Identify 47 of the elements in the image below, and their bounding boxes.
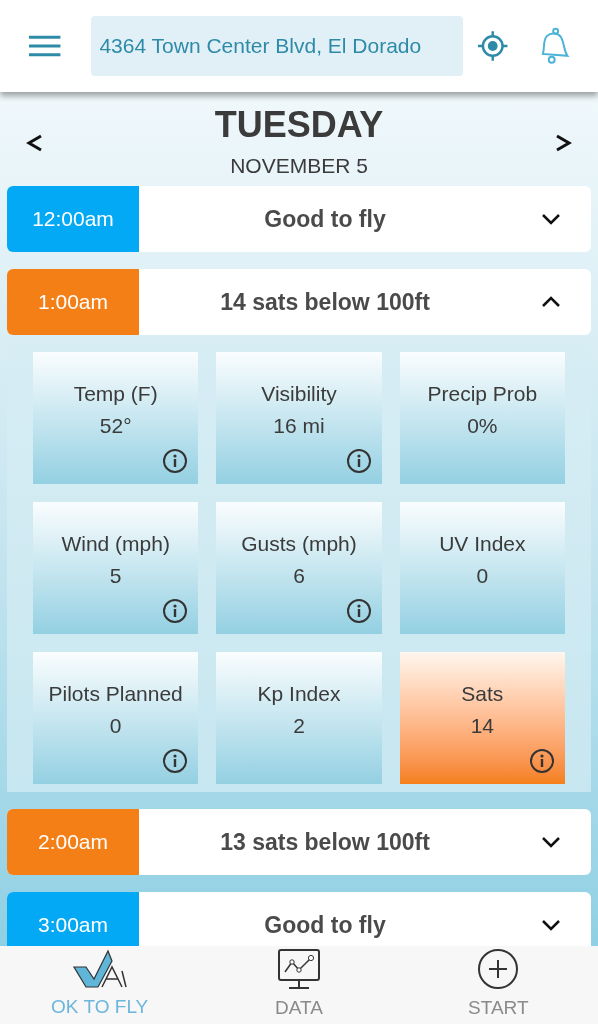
metric-value: 0% <box>467 413 498 439</box>
metric-label: Gusts (mph) <box>241 531 357 557</box>
info-icon[interactable] <box>345 448 372 474</box>
hour-status: 14 sats below 100ft <box>219 287 431 317</box>
metric-value: 0 <box>109 713 122 739</box>
metric-label: Pilots Planned <box>48 681 183 707</box>
date-label: NOVEMBER 5 <box>230 153 368 180</box>
hour-row[interactable]: 1:00am 14 sats below 100ft <box>7 269 591 335</box>
menu-icon[interactable] <box>28 34 62 58</box>
metric-label: Wind (mph) <box>61 531 170 557</box>
hour-status: 13 sats below 100ft <box>219 827 431 857</box>
metric-value: 16 mi <box>273 413 325 439</box>
info-icon[interactable] <box>529 748 555 774</box>
info-icon[interactable] <box>345 598 372 624</box>
metric-label: UV Index <box>439 531 526 557</box>
chart-monitor-icon[interactable] <box>277 947 321 990</box>
metric-value: 0 <box>476 563 489 589</box>
metric-value: 52° <box>99 413 132 439</box>
chevron-down-icon[interactable] <box>541 213 561 225</box>
metric-value: 14 <box>470 713 494 739</box>
check-logo-icon[interactable] <box>71 948 128 989</box>
info-icon[interactable] <box>162 748 189 774</box>
locate-icon[interactable] <box>477 30 509 62</box>
weekday-title: TUESDAY <box>214 104 384 147</box>
plus-circle-icon[interactable] <box>477 947 520 990</box>
hour-row[interactable]: 2:00am 13 sats below 100ft <box>7 809 591 875</box>
hour-status: Good to fly <box>263 910 387 940</box>
hour-status: Good to fly <box>263 204 387 234</box>
hour-time: 12:00am <box>7 186 139 252</box>
hour-row[interactable]: 3:00am Good to fly <box>7 892 591 946</box>
hour-time: 1:00am <box>7 269 139 335</box>
chevron-up-icon[interactable] <box>541 296 561 308</box>
chevron-down-icon[interactable] <box>541 919 561 931</box>
metric-value: 5 <box>109 563 122 589</box>
info-icon[interactable] <box>162 598 189 624</box>
metric-label: Visibility <box>261 381 337 407</box>
metric-label: Sats <box>461 681 504 707</box>
metric-label: Temp (F) <box>73 381 158 407</box>
info-icon[interactable] <box>162 448 189 474</box>
hour-time: 3:00am <box>7 892 139 946</box>
hour-time: 2:00am <box>7 809 139 875</box>
metric-label: Precip Prob <box>427 381 538 407</box>
chevron-down-icon[interactable] <box>541 836 561 848</box>
metric-label: Kp Index <box>257 681 341 707</box>
metric-value: 2 <box>293 713 305 739</box>
metric-value: 6 <box>293 563 305 589</box>
hour-row[interactable]: 12:00am Good to fly <box>7 186 591 252</box>
